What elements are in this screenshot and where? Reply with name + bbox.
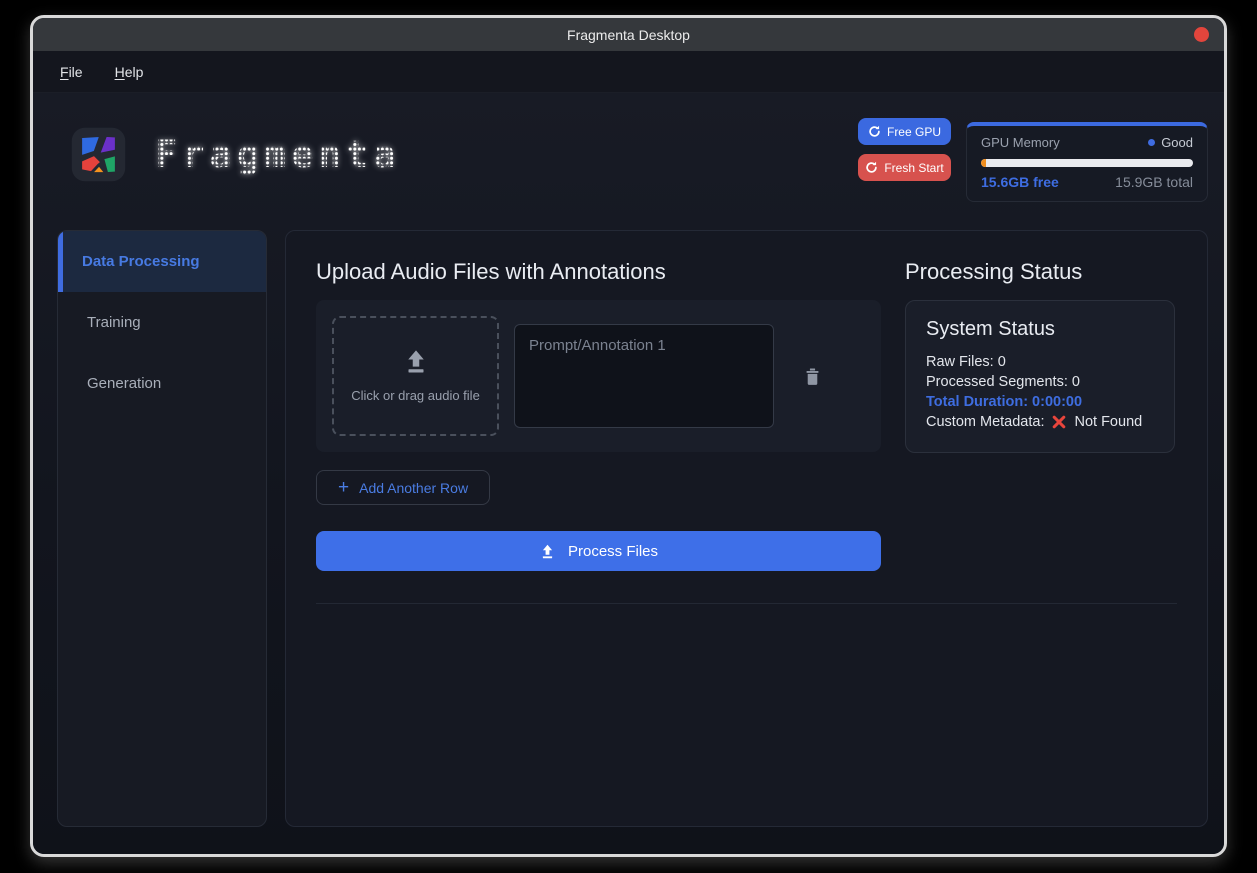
menubar: File Help bbox=[33, 51, 1224, 93]
app-title: Fragmenta bbox=[155, 133, 400, 176]
processing-status-section: Processing Status System Status Raw File… bbox=[905, 259, 1177, 571]
refresh-icon bbox=[865, 161, 878, 174]
system-status-title: System Status bbox=[926, 318, 1154, 341]
x-mark-icon bbox=[1051, 414, 1067, 430]
sidebar-item-training[interactable]: Training bbox=[58, 292, 266, 353]
menu-help[interactable]: Help bbox=[115, 64, 144, 80]
gpu-memory-bar-fill bbox=[981, 159, 986, 167]
raw-files-line: Raw Files: 0 bbox=[926, 352, 1154, 372]
upload-heading: Upload Audio Files with Annotations bbox=[316, 259, 881, 285]
data-processing-panel: Upload Audio Files with Annotations Clic… bbox=[285, 230, 1208, 827]
window-title: Fragmenta Desktop bbox=[567, 27, 690, 43]
menu-file[interactable]: File bbox=[60, 64, 83, 80]
gpu-status: Good bbox=[1148, 135, 1193, 150]
dropzone-label: Click or drag audio file bbox=[351, 386, 481, 406]
gpu-free-value: 15.6GB free bbox=[981, 174, 1059, 190]
status-dot-icon bbox=[1148, 139, 1155, 146]
trash-icon bbox=[801, 365, 824, 388]
sidebar: Data Processing Training Generation bbox=[57, 230, 267, 827]
panel-empty-area bbox=[316, 604, 1177, 798]
upload-row: Click or drag audio file bbox=[316, 300, 881, 452]
brand: Fragmenta bbox=[70, 126, 400, 183]
processed-segments-line: Processed Segments: 0 bbox=[926, 372, 1154, 392]
gpu-total-value: 15.9GB total bbox=[1115, 174, 1193, 190]
app-header: Fragmenta Free GPU bbox=[33, 93, 1224, 230]
gpu-memory-bar bbox=[981, 159, 1193, 167]
delete-row-button[interactable] bbox=[801, 365, 824, 388]
app-window: Fragmenta Desktop File Help bbox=[30, 15, 1227, 857]
upload-section: Upload Audio Files with Annotations Clic… bbox=[316, 259, 881, 571]
upload-icon bbox=[401, 346, 431, 376]
content-area: Fragmenta Free GPU bbox=[33, 93, 1224, 854]
main-row: Data Processing Training Generation Uplo… bbox=[57, 230, 1208, 827]
fresh-start-button[interactable]: Fresh Start bbox=[858, 154, 951, 181]
header-actions: Free GPU Fresh Start bbox=[858, 118, 951, 181]
free-gpu-button[interactable]: Free GPU bbox=[858, 118, 951, 145]
header-right: Free GPU Fresh Start GP bbox=[858, 118, 1208, 202]
prompt-annotation-input[interactable] bbox=[514, 324, 774, 428]
close-button[interactable] bbox=[1194, 27, 1209, 42]
sidebar-item-data-processing[interactable]: Data Processing bbox=[58, 231, 266, 292]
upload-icon bbox=[539, 543, 556, 560]
refresh-icon bbox=[868, 125, 881, 138]
gpu-status-text: Good bbox=[1161, 135, 1193, 150]
gpu-memory-label: GPU Memory bbox=[981, 135, 1060, 150]
processing-status-heading: Processing Status bbox=[905, 259, 1177, 285]
system-status-card: System Status Raw Files: 0 Processed Seg… bbox=[905, 300, 1175, 453]
audio-dropzone[interactable]: Click or drag audio file bbox=[332, 316, 499, 436]
gpu-memory-card: GPU Memory Good 15.6GB free 15.9GB total bbox=[966, 122, 1208, 202]
custom-metadata-line: Custom Metadata: Not Found bbox=[926, 412, 1154, 432]
process-files-button[interactable]: Process Files bbox=[316, 531, 881, 571]
add-another-row-button[interactable]: + Add Another Row bbox=[316, 470, 490, 505]
plus-icon: + bbox=[338, 478, 349, 497]
sidebar-item-generation[interactable]: Generation bbox=[58, 353, 266, 414]
app-logo-icon bbox=[70, 126, 127, 183]
total-duration-line: Total Duration: 0:00:00 bbox=[926, 392, 1154, 412]
titlebar: Fragmenta Desktop bbox=[33, 18, 1224, 51]
